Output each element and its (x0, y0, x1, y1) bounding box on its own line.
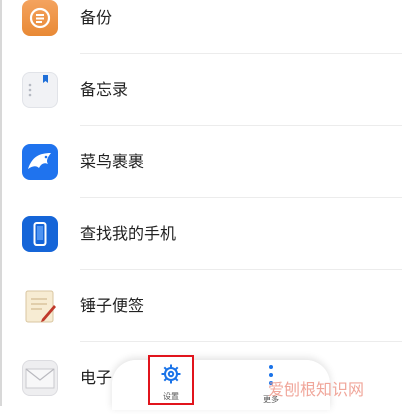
memo-icon (22, 72, 58, 108)
list-item-label: 菜鸟裹裹 (80, 152, 145, 171)
find-phone-icon (22, 216, 58, 252)
gear-icon (160, 363, 182, 389)
list-item-label: 锤子便签 (80, 296, 145, 315)
settings-label: 设置 (163, 392, 179, 401)
settings-button[interactable]: 设置 (148, 355, 194, 405)
cainiao-icon (22, 144, 58, 180)
list-item-backup[interactable]: 备份 (0, 0, 402, 54)
backup-icon (22, 0, 58, 36)
mail-icon (22, 360, 58, 396)
list-item-label: 备份 (80, 8, 113, 27)
smartisan-notes-icon (22, 288, 58, 324)
list-item-memo[interactable]: 备忘录 (0, 54, 402, 126)
list-item-label: 备忘录 (80, 80, 129, 99)
watermark: 爱刨根知识网 (268, 380, 365, 399)
list-item-label: 电子 (80, 368, 113, 387)
list-item-smartisan-notes[interactable]: 锤子便签 (0, 270, 402, 342)
list-item-find-phone[interactable]: 查找我的手机 (0, 198, 402, 270)
list-item-label: 查找我的手机 (80, 224, 177, 243)
list-item-cainiao[interactable]: 菜鸟裹裹 (0, 126, 402, 198)
